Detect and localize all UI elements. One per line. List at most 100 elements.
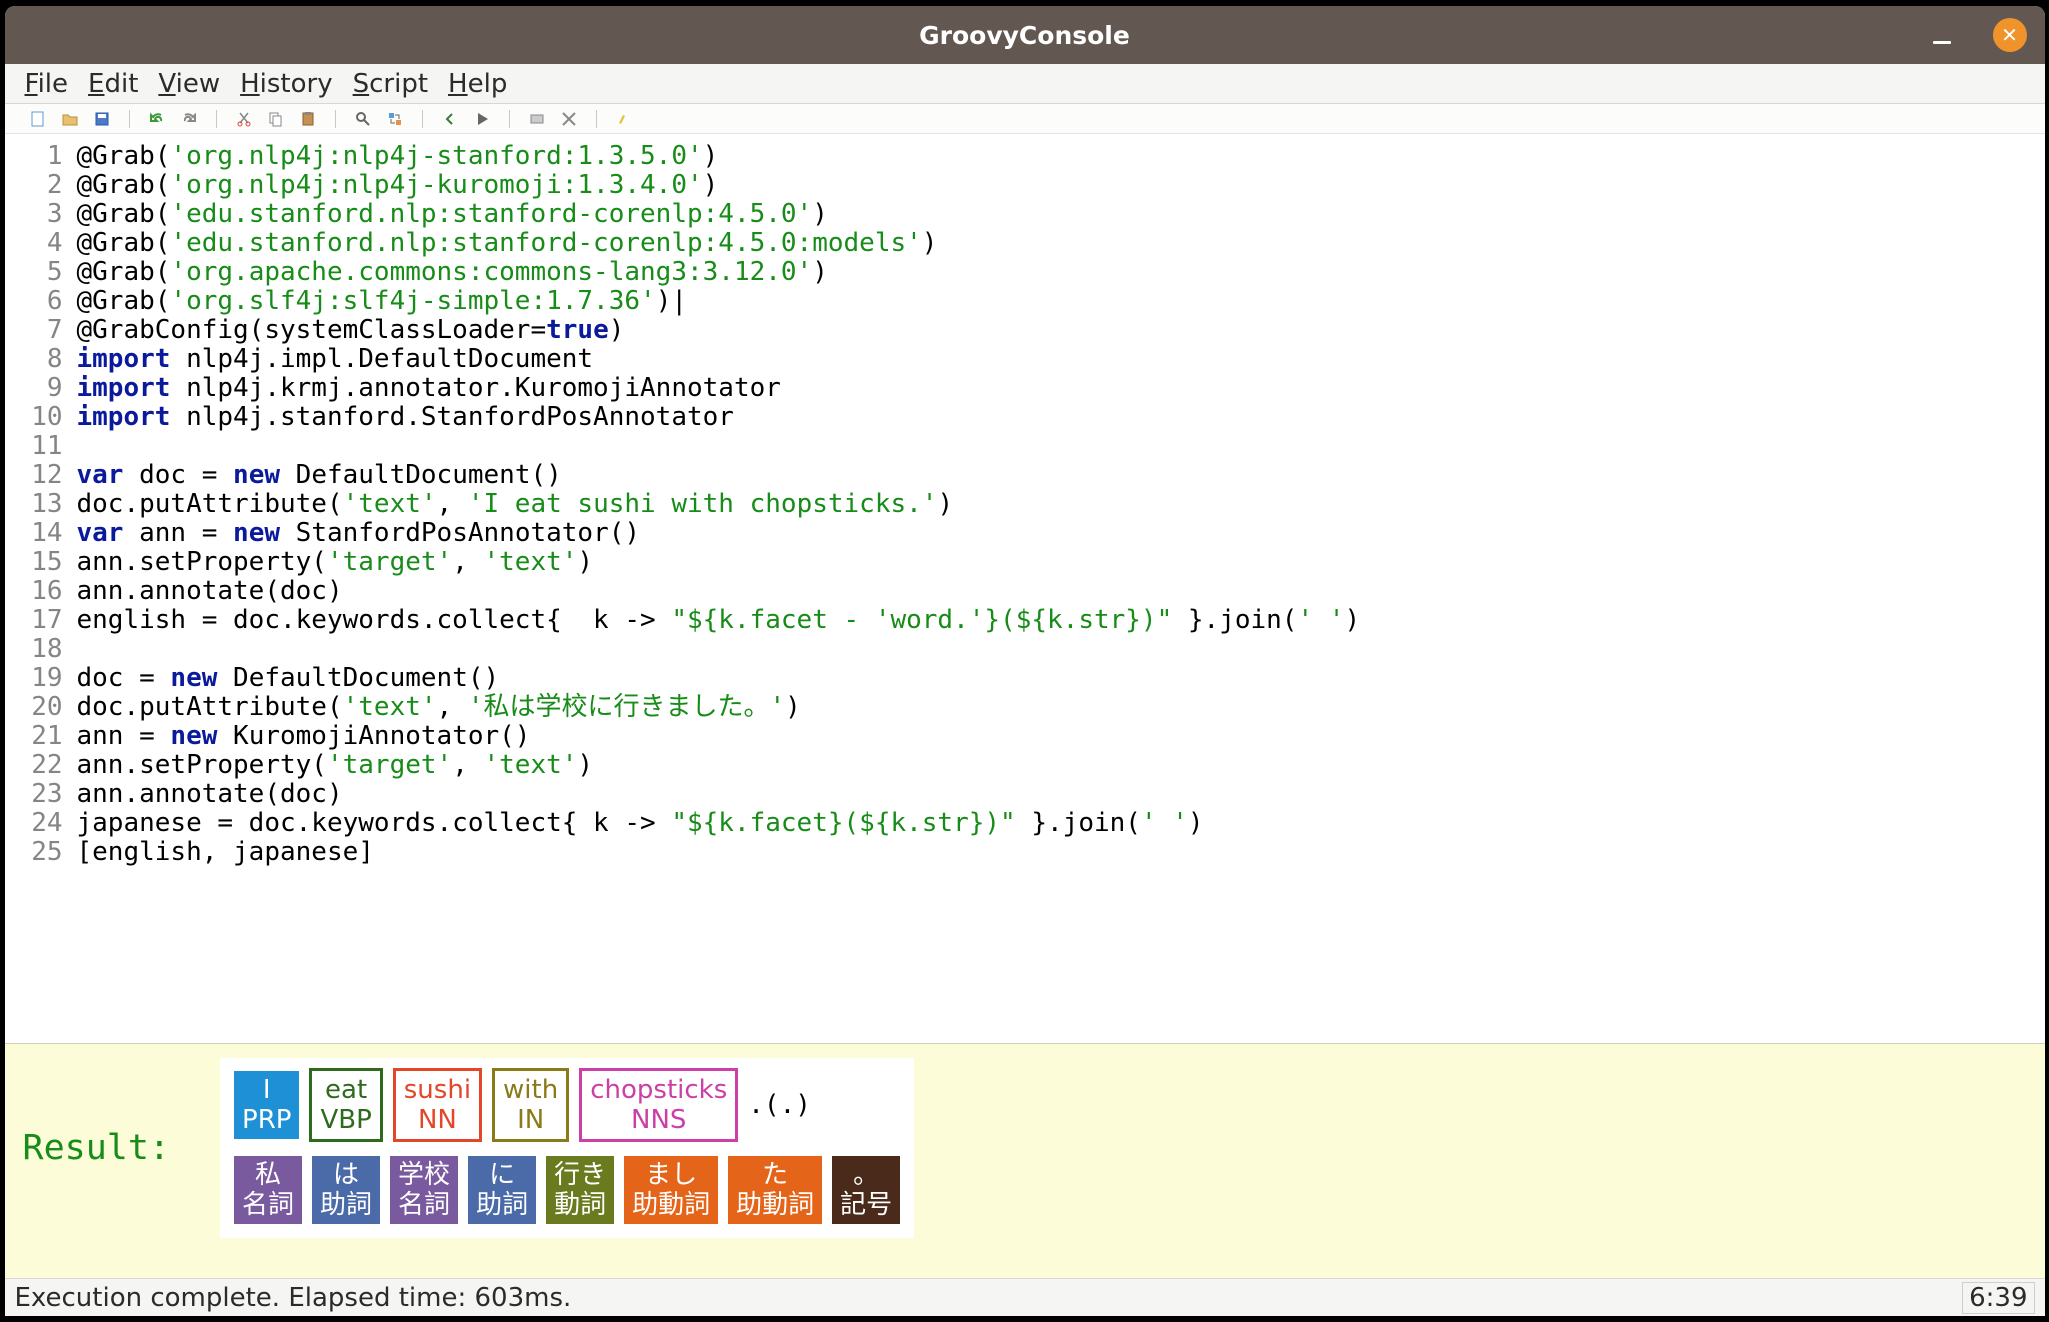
code-line[interactable]: @Grab('edu.stanford.nlp:stanford-corenlp… [77, 229, 2045, 258]
code-content[interactable]: @Grab('org.nlp4j:nlp4j-stanford:1.3.5.0'… [77, 142, 2045, 1027]
period-token: .(.) [748, 1090, 811, 1120]
line-number: 10 [5, 403, 63, 432]
toolbar-separator [596, 110, 597, 128]
redo-icon[interactable] [180, 110, 198, 128]
code-line[interactable]: ann.setProperty('target', 'text') [77, 751, 2045, 780]
code-line[interactable] [77, 635, 2045, 664]
line-number: 23 [5, 780, 63, 809]
code-line[interactable]: ann.annotate(doc) [77, 780, 2045, 809]
window: GroovyConsole ✕ File Edit View History S… [5, 6, 2045, 1316]
line-number: 17 [5, 606, 63, 635]
code-line[interactable]: import nlp4j.impl.DefaultDocument [77, 345, 2045, 374]
token-tag: VBP [320, 1105, 371, 1135]
code-line[interactable]: [english, japanese] [77, 838, 2045, 867]
copy-icon[interactable] [267, 110, 285, 128]
cut-icon[interactable] [235, 110, 253, 128]
menu-file[interactable]: File [17, 67, 77, 101]
code-editor[interactable]: 1234567891011121314151617181920212223242… [5, 134, 2045, 1043]
line-gutter: 1234567891011121314151617181920212223242… [5, 142, 77, 1027]
pos-token: 私名詞 [234, 1156, 302, 1224]
clear-icon[interactable] [615, 110, 633, 128]
pos-token: 。記号 [832, 1156, 900, 1224]
line-number: 11 [5, 432, 63, 461]
pos-token: IPRP [234, 1071, 299, 1139]
code-line[interactable]: ann.annotate(doc) [77, 577, 2045, 606]
minimize-button[interactable] [1927, 20, 1957, 50]
code-line[interactable]: @Grab('org.apache.commons:commons-lang3:… [77, 258, 2045, 287]
code-line[interactable]: @Grab('org.slf4j:slf4j-simple:1.7.36')| [77, 287, 2045, 316]
status-message: Execution complete. Elapsed time: 603ms. [15, 1283, 572, 1313]
line-number: 25 [5, 838, 63, 867]
pos-token: sushiNN [393, 1068, 482, 1142]
line-number: 24 [5, 809, 63, 838]
line-number: 21 [5, 722, 63, 751]
history-back-icon[interactable] [441, 110, 459, 128]
code-line[interactable]: @Grab('edu.stanford.nlp:stanford-corenlp… [77, 200, 2045, 229]
code-line[interactable]: import nlp4j.krmj.annotator.KuromojiAnno… [77, 374, 2045, 403]
code-line[interactable]: var doc = new DefaultDocument() [77, 461, 2045, 490]
code-line[interactable]: japanese = doc.keywords.collect{ k -> "$… [77, 809, 2045, 838]
result-label: Result: [23, 1128, 171, 1168]
save-file-icon[interactable] [93, 110, 111, 128]
code-line[interactable]: var ann = new StanfordPosAnnotator() [77, 519, 2045, 548]
token-word: 。 [853, 1160, 879, 1190]
english-tokens: IPRPeatVBPsushiNNwithINchopsticksNNS.(.) [234, 1068, 900, 1142]
token-word: I [263, 1075, 271, 1105]
token-tag: 助動詞 [736, 1190, 814, 1220]
open-file-icon[interactable] [61, 110, 79, 128]
line-number: 7 [5, 316, 63, 345]
pos-token: に助詞 [468, 1156, 536, 1224]
token-tag: IN [517, 1105, 544, 1135]
code-line[interactable]: ann.setProperty('target', 'text') [77, 548, 2045, 577]
token-tag: 助詞 [476, 1190, 528, 1220]
code-line[interactable] [77, 432, 2045, 461]
cursor-position: 6:39 [1962, 1282, 2034, 1314]
menu-view[interactable]: View [150, 67, 228, 101]
line-number: 1 [5, 142, 63, 171]
token-word: chopsticks [590, 1075, 727, 1105]
token-word: は [333, 1160, 359, 1190]
token-tag: 名詞 [398, 1190, 450, 1220]
pos-token: eatVBP [309, 1068, 382, 1142]
toolbar-separator [335, 110, 336, 128]
code-line[interactable]: @Grab('org.nlp4j:nlp4j-kuromoji:1.3.4.0'… [77, 171, 2045, 200]
token-word: 行き [554, 1160, 606, 1190]
menu-help[interactable]: Help [440, 67, 515, 101]
menu-edit[interactable]: Edit [80, 67, 146, 101]
find-icon[interactable] [354, 110, 372, 128]
code-line[interactable]: @Grab('org.nlp4j:nlp4j-stanford:1.3.5.0'… [77, 142, 2045, 171]
replace-icon[interactable] [386, 110, 404, 128]
token-word: eat [325, 1075, 367, 1105]
code-line[interactable]: doc.putAttribute('text', 'I eat sushi wi… [77, 490, 2045, 519]
token-tag: 動詞 [554, 1190, 606, 1220]
menu-script[interactable]: Script [345, 67, 436, 101]
result-box: IPRPeatVBPsushiNNwithINchopsticksNNS.(.)… [220, 1058, 914, 1238]
pos-token: は助詞 [312, 1156, 380, 1224]
code-line[interactable]: doc.putAttribute('text', '私は学校に行きました。') [77, 693, 2045, 722]
code-line[interactable]: @GrabConfig(systemClassLoader=true) [77, 316, 2045, 345]
interrupt-icon[interactable] [560, 110, 578, 128]
paste-icon[interactable] [299, 110, 317, 128]
line-number: 8 [5, 345, 63, 374]
line-number: 14 [5, 519, 63, 548]
code-line[interactable]: doc = new DefaultDocument() [77, 664, 2045, 693]
code-line[interactable]: english = doc.keywords.collect{ k -> "${… [77, 606, 2045, 635]
close-button[interactable]: ✕ [1993, 18, 2027, 52]
result-pane: Result: IPRPeatVBPsushiNNwithINchopstick… [5, 1043, 2045, 1278]
code-line[interactable]: ann = new KuromojiAnnotator() [77, 722, 2045, 751]
token-tag: 助動詞 [632, 1190, 710, 1220]
token-word: まし [645, 1160, 697, 1190]
token-tag: 記号 [840, 1190, 892, 1220]
menubar: File Edit View History Script Help [5, 64, 2045, 104]
run-selection-icon[interactable] [528, 110, 546, 128]
line-number: 2 [5, 171, 63, 200]
pos-token: 学校名詞 [390, 1156, 458, 1224]
token-word: sushi [404, 1075, 471, 1105]
run-icon[interactable] [473, 110, 491, 128]
undo-icon[interactable] [148, 110, 166, 128]
minimize-icon [1933, 41, 1951, 44]
pos-token: まし助動詞 [624, 1156, 718, 1224]
new-file-icon[interactable] [29, 110, 47, 128]
code-line[interactable]: import nlp4j.stanford.StanfordPosAnnotat… [77, 403, 2045, 432]
menu-history[interactable]: History [232, 67, 341, 101]
